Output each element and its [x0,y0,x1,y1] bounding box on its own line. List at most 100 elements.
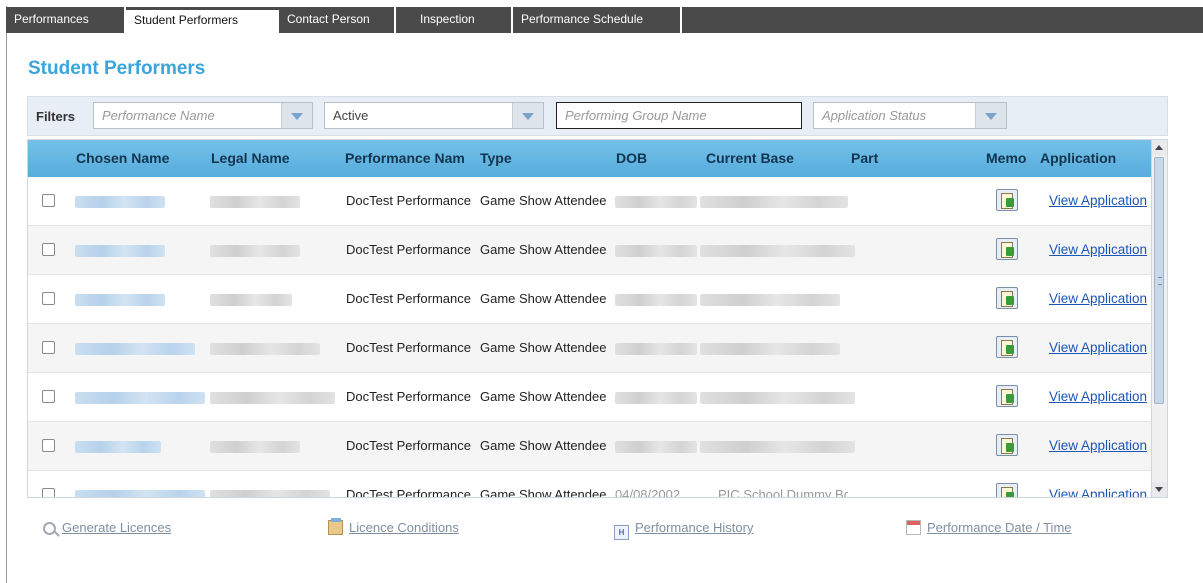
col-legal-name[interactable]: Legal Name [211,150,290,166]
chosen-name-redacted [75,392,205,404]
performance-history-link[interactable]: Performance History [635,520,753,535]
generate-licences-link[interactable]: Generate Licences [62,520,171,535]
grip-icon [1158,277,1162,285]
legal-name-redacted [210,490,330,497]
licence-conditions-link[interactable]: Licence Conditions [349,520,459,535]
row-checkbox[interactable] [42,390,55,403]
row-checkbox[interactable] [42,488,55,497]
licence-conditions-icon [328,518,343,535]
row-checkbox[interactable] [42,292,55,305]
chosen-name-redacted [75,441,161,453]
legal-name-redacted [210,196,300,208]
tab-performances[interactable]: Performances [6,7,126,33]
col-memo[interactable]: Memo [986,150,1026,166]
tab-bar: Performances Student Performers Contact … [6,7,1203,33]
table-row[interactable]: DocTest Performance Game Show Attendee 0… [28,471,1152,498]
grid-header: Chosen Name Legal Name Performance Nam T… [28,140,1167,177]
col-chosen-name[interactable]: Chosen Name [76,150,169,166]
view-application-link[interactable]: View Application [1049,275,1147,323]
performance-cell: DocTest Performance [346,487,471,498]
row-checkbox[interactable] [42,341,55,354]
tab-student-performers[interactable]: Student Performers [126,10,279,33]
current-base-redacted [700,196,848,208]
memo-icon[interactable] [996,238,1018,260]
performance-cell: DocTest Performance [346,340,471,355]
memo-icon[interactable] [996,336,1018,358]
performance-history-action[interactable]: H Performance History [614,519,753,540]
scroll-down-icon[interactable] [1152,482,1167,497]
current-base-redacted [700,294,840,306]
row-checkbox[interactable] [42,243,55,256]
view-application-link[interactable]: View Application [1049,177,1147,225]
performance-name-placeholder: Performance Name [102,108,215,123]
chosen-name-redacted [75,343,195,355]
search-icon [43,522,56,535]
table-row[interactable]: DocTest Performance Game Show Attendee V… [28,373,1152,422]
generate-licences-action[interactable]: Generate Licences [43,519,171,537]
legal-name-redacted [210,441,300,453]
scrollbar-thumb[interactable] [1154,157,1164,404]
table-row[interactable]: DocTest Performance Game Show Attendee V… [28,324,1152,373]
table-row[interactable]: DocTest Performance Game Show Attendee V… [28,177,1152,226]
type-cell: Game Show Attendee [480,340,607,355]
performance-cell: DocTest Performance [346,291,471,306]
col-performance-name[interactable]: Performance Nam [345,150,465,166]
memo-icon[interactable] [996,434,1018,456]
filter-bar: Filters Performance Name Active Performi… [27,96,1168,136]
table-row[interactable]: DocTest Performance Game Show Attendee V… [28,422,1152,471]
memo-icon[interactable] [996,189,1018,211]
current-base-redacted [700,245,855,257]
vertical-scrollbar[interactable] [1151,140,1167,497]
dob-redacted [615,294,697,306]
row-checkbox[interactable] [42,439,55,452]
chevron-down-icon[interactable] [975,103,1006,128]
performance-name-filter[interactable]: Performance Name [93,102,313,129]
memo-icon[interactable] [996,287,1018,309]
col-current-base[interactable]: Current Base [706,150,794,166]
application-status-filter[interactable]: Application Status [813,102,1007,129]
chosen-name-redacted [75,294,165,306]
status-filter-select[interactable]: Active [324,102,544,129]
performing-group-name-input[interactable]: Performing Group Name [556,102,802,129]
chevron-down-icon[interactable] [512,103,543,128]
tab-contact-person[interactable]: Contact Person [279,7,396,33]
tab-performance-schedule[interactable]: Performance Schedule [513,7,682,33]
memo-icon[interactable] [996,385,1018,407]
performance-cell: DocTest Performance [346,389,471,404]
legal-name-redacted [210,343,320,355]
view-application-link[interactable]: View Application [1049,422,1147,470]
performance-date-time-action[interactable]: Performance Date / Time [906,519,1072,537]
col-type[interactable]: Type [480,150,512,166]
view-application-link[interactable]: View Application [1049,226,1147,274]
type-cell: Game Show Attendee [480,389,607,404]
memo-icon[interactable] [996,483,1018,497]
filters-label: Filters [36,109,76,124]
student-performers-grid: Chosen Name Legal Name Performance Nam T… [27,139,1168,498]
type-cell: Game Show Attendee [480,438,607,453]
page-title: Student Performers [28,58,206,79]
row-checkbox[interactable] [42,194,55,207]
chosen-name-redacted [75,196,165,208]
view-application-link[interactable]: View Application [1049,324,1147,372]
table-row[interactable]: DocTest Performance Game Show Attendee V… [28,275,1152,324]
performance-date-time-link[interactable]: Performance Date / Time [927,520,1072,535]
licence-conditions-action[interactable]: Licence Conditions [328,518,459,537]
dob-redacted [615,392,697,404]
col-application[interactable]: Application [1040,150,1116,166]
chosen-name-redacted [75,490,205,497]
col-part[interactable]: Part [851,150,878,166]
application-status-placeholder: Application Status [822,108,927,123]
chosen-name-redacted [75,245,165,257]
chevron-down-icon[interactable] [281,103,312,128]
dob-redacted [615,245,697,257]
view-application-link[interactable]: View Application [1049,471,1147,497]
dob-redacted [615,441,697,453]
view-application-link[interactable]: View Application [1049,373,1147,421]
tab-inspection[interactable]: Inspection [396,7,513,33]
col-dob[interactable]: DOB [616,150,647,166]
type-cell: Game Show Attendee [480,291,607,306]
performing-group-name-placeholder: Performing Group Name [565,108,707,123]
legal-name-redacted [210,392,335,404]
scroll-up-icon[interactable] [1152,140,1167,155]
table-row[interactable]: DocTest Performance Game Show Attendee V… [28,226,1152,275]
